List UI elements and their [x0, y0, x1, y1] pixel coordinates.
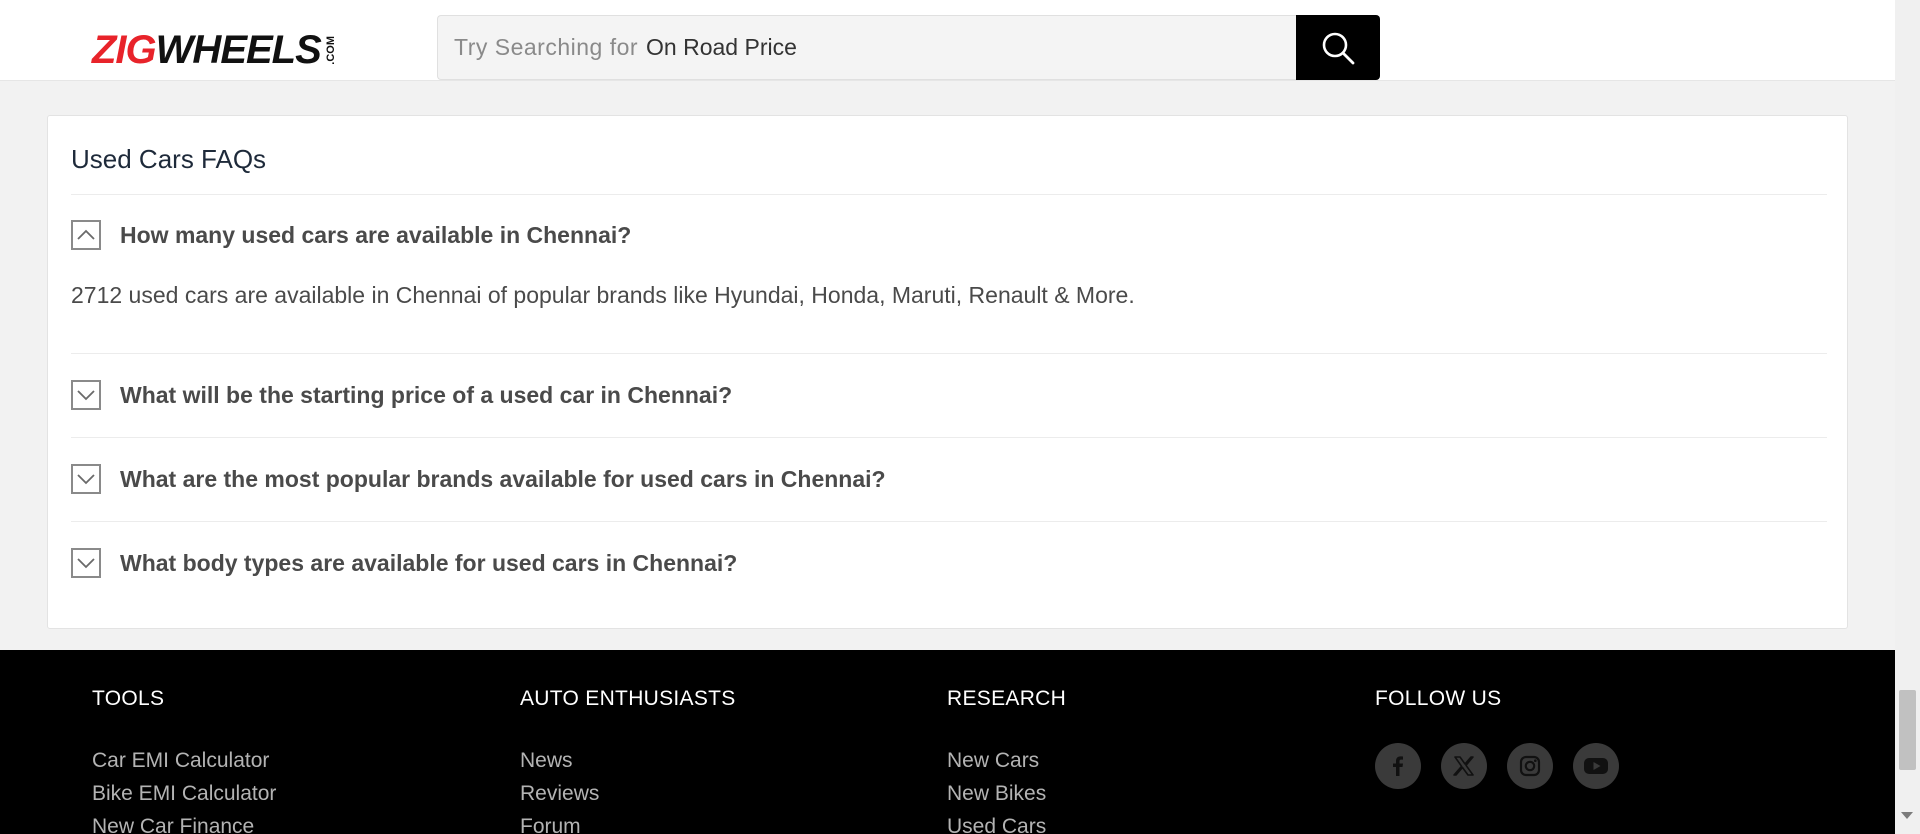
footer-link-forum[interactable]: Forum [520, 810, 736, 834]
search-icon [1322, 32, 1355, 64]
logo-zig-text: ZIG [92, 27, 157, 72]
divider [71, 353, 1827, 354]
search-bar: Try Searching for On Road Price [437, 15, 1380, 80]
faq-question: How many used cars are available in Chen… [120, 221, 632, 248]
facebook-icon[interactable] [1375, 743, 1421, 789]
scroll-down-arrow-icon[interactable] [1901, 812, 1913, 819]
search-placeholder: Try Searching for [454, 34, 639, 60]
footer-col-auto-enthusiasts: AUTO ENTHUSIASTS News Reviews Forum [520, 687, 736, 834]
faq-item-4[interactable]: What body types are available for used c… [71, 543, 737, 583]
divider [71, 521, 1827, 522]
footer-link-new-cars[interactable]: New Cars [947, 744, 1066, 777]
instagram-icon[interactable] [1507, 743, 1553, 789]
footer-link-bike-emi-calculator[interactable]: Bike EMI Calculator [92, 777, 276, 810]
faq-question: What are the most popular brands availab… [120, 465, 886, 492]
footer-col-tools: TOOLS Car EMI Calculator Bike EMI Calcul… [92, 687, 276, 834]
footer-link-new-car-finance[interactable]: New Car Finance [92, 810, 276, 834]
chevron-down-icon[interactable] [71, 380, 101, 410]
site-header: ZIG WHEELS .COM Try Searching for On Roa… [0, 0, 1895, 81]
footer-link-new-bikes[interactable]: New Bikes [947, 777, 1066, 810]
divider [71, 437, 1827, 438]
faq-item-3[interactable]: What are the most popular brands availab… [71, 459, 886, 499]
faq-item-2[interactable]: What will be the starting price of a use… [71, 375, 732, 415]
footer-heading: RESEARCH [947, 687, 1067, 710]
search-button[interactable] [1296, 15, 1380, 80]
footer-link-used-cars[interactable]: Used Cars [947, 810, 1066, 834]
search-rotating-term: On Road Price [646, 34, 797, 60]
faq-title: Used Cars FAQs [71, 144, 267, 174]
site-footer: TOOLS Car EMI Calculator Bike EMI Calcul… [0, 650, 1895, 834]
footer-link-reviews[interactable]: Reviews [520, 777, 736, 810]
footer-heading: FOLLOW US [1375, 687, 1502, 710]
divider [71, 194, 1827, 195]
x-icon[interactable] [1441, 743, 1487, 789]
chevron-down-icon[interactable] [71, 548, 101, 578]
footer-col-research: RESEARCH New Cars New Bikes Used Cars [947, 687, 1066, 834]
faq-item-1[interactable]: How many used cars are available in Chen… [71, 215, 631, 255]
faq-answer: 2712 used cars are available in Chennai … [71, 282, 1135, 308]
chevron-down-icon[interactable] [71, 464, 101, 494]
footer-link-news[interactable]: News [520, 744, 736, 777]
footer-col-follow-us: FOLLOW US [1375, 687, 1639, 789]
search-input[interactable]: Try Searching for On Road Price [437, 15, 1296, 80]
faq-question: What will be the starting price of a use… [120, 381, 733, 408]
faq-question: What body types are available for used c… [120, 549, 738, 576]
chevron-up-icon[interactable] [71, 220, 101, 250]
footer-heading: AUTO ENTHUSIASTS [520, 687, 736, 710]
faq-card: Used Cars FAQs How many used cars are av… [47, 115, 1848, 629]
youtube-icon[interactable] [1573, 743, 1619, 789]
footer-heading: TOOLS [92, 687, 165, 710]
logo-wheels-text: WHEELS [155, 27, 322, 72]
footer-link-car-emi-calculator[interactable]: Car EMI Calculator [92, 744, 276, 777]
scrollbar-thumb[interactable] [1899, 690, 1916, 770]
zigwheels-logo[interactable]: ZIG WHEELS .COM [92, 27, 337, 72]
logo-dotcom-text: .COM [324, 35, 337, 65]
